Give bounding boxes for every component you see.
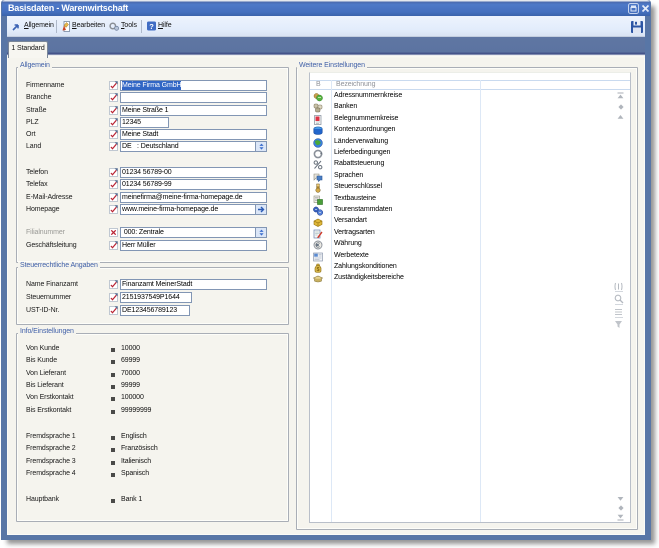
svg-text:?: ? <box>149 22 154 31</box>
svg-text:$: $ <box>317 267 320 273</box>
